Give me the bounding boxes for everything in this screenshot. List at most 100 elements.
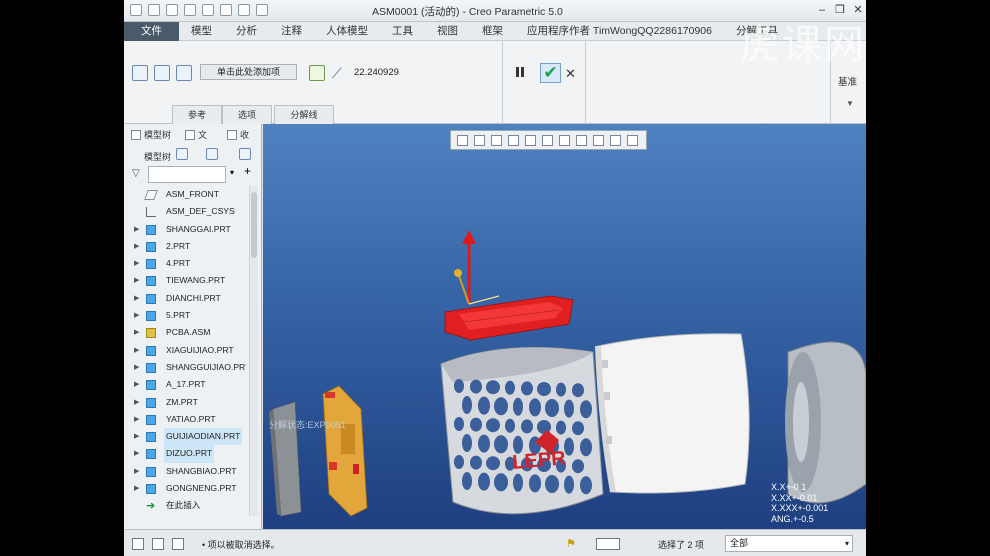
status-bar: • 项以被取消选择。 ⚑ 选择了 2 项 全部	[124, 529, 866, 556]
navigator-toggle-icon[interactable]	[132, 538, 144, 550]
translate-move-icon[interactable]	[132, 65, 148, 81]
mesh-hole	[572, 383, 584, 398]
tree-item-label: SHANGBIAO.PRT	[166, 465, 237, 476]
tab-model-tree[interactable]: 模型树	[128, 126, 171, 144]
save-icon[interactable]	[184, 4, 196, 16]
tree-item[interactable]: ▶ DIANCHI.PRT	[128, 290, 246, 307]
new-file-icon[interactable]	[148, 4, 160, 16]
tree-item[interactable]: ▶ 4.PRT	[128, 255, 246, 272]
tree-item[interactable]: ▶ GUIJIAODIAN.PRT	[128, 428, 246, 446]
tree-item[interactable]: ▶ DIZUO.PRT	[128, 445, 246, 463]
tree-item[interactable]: ➜ 在此插入	[128, 497, 246, 514]
close-window-icon[interactable]	[256, 4, 268, 16]
expand-arrow-icon[interactable]: ▶	[134, 376, 139, 393]
expand-arrow-icon[interactable]: ▶	[134, 342, 139, 359]
regen-flag-icon[interactable]: ⚑	[566, 538, 578, 550]
expand-arrow-icon[interactable]: ▶	[134, 394, 139, 411]
selection-filter[interactable]: 全部	[725, 535, 853, 552]
brand-logo: LEPR	[512, 447, 568, 474]
expand-arrow-icon[interactable]: ▶	[134, 324, 139, 341]
options-icon[interactable]	[309, 65, 325, 81]
tree-item[interactable]: ▶ TIEWANG.PRT	[128, 272, 246, 289]
expand-arrow-icon[interactable]: ▶	[134, 480, 139, 497]
base-part[interactable]	[785, 341, 866, 504]
tree-item[interactable]: ▶ SHANGBIAO.PRT	[128, 463, 246, 480]
confirm-button[interactable]: ✔	[540, 63, 561, 83]
scrollbar-thumb[interactable]	[251, 192, 257, 258]
tree-item[interactable]: ▶ PCBA.ASM	[128, 324, 246, 341]
tree-scrollbar[interactable]	[249, 186, 258, 516]
pause-button[interactable]	[513, 65, 527, 79]
pcba-assembly[interactable]	[322, 385, 368, 517]
tolerance-line: X.X+-0.1	[771, 482, 807, 492]
redo-icon[interactable]	[220, 4, 232, 16]
filter-icon[interactable]: ▽	[132, 168, 140, 179]
tree-item[interactable]: ASM_FRONT	[128, 186, 246, 203]
tab-explode-lines[interactable]: 分解线	[274, 105, 334, 124]
tree-item[interactable]: ▶ 5.PRT	[128, 307, 246, 324]
graphics-window[interactable]: LEPR 分解状态:EXP0001 X.X+-0.1 X.XX+-0.01 X.…	[263, 124, 866, 529]
expand-arrow-icon[interactable]: ▶	[134, 221, 139, 238]
highlighted-cover-part[interactable]	[444, 295, 574, 341]
expand-arrow-icon[interactable]: ▶	[134, 238, 139, 255]
app-icon[interactable]	[130, 4, 142, 16]
selection-count[interactable]: 选择了 2 项	[658, 538, 704, 551]
tree-item[interactable]: ▶ ZM.PRT	[128, 394, 246, 411]
expand-arrow-icon[interactable]: ▶	[134, 255, 139, 272]
menu-analysis[interactable]: 分析	[224, 22, 269, 41]
undo-icon[interactable]	[202, 4, 214, 16]
angle-icon: ⟋	[332, 65, 342, 81]
menu-manikin[interactable]: 人体模型	[314, 22, 380, 41]
base-label[interactable]: 基准	[838, 74, 857, 88]
tab-folder[interactable]: 文	[182, 126, 207, 144]
expand-arrow-icon[interactable]: ▶	[134, 445, 139, 462]
expand-arrow-icon[interactable]: ▶	[134, 359, 139, 376]
tree-columns-icon[interactable]	[239, 148, 251, 160]
tree-filter-input[interactable]	[148, 166, 226, 183]
tree-item[interactable]: ▶ GONGNENG.PRT	[128, 480, 246, 497]
browser-toggle-icon[interactable]	[152, 538, 164, 550]
expand-arrow-icon[interactable]: ▶	[134, 307, 139, 324]
tree-item[interactable]: ▶ SHANGGAI.PRT	[128, 221, 246, 238]
drag-handle-axes[interactable]	[454, 230, 500, 305]
tree-item[interactable]: ▶ XIAGUIJIAO.PRT	[128, 342, 246, 359]
inner-shell-part[interactable]	[595, 333, 750, 494]
expand-arrow-icon[interactable]: ▶	[134, 411, 139, 428]
expand-arrow-icon[interactable]: ▶	[134, 463, 139, 480]
add-item-field[interactable]: 单击此处添加项	[200, 64, 297, 80]
tree-item[interactable]: ▶ SHANGGUIJIAO.PRT	[128, 359, 246, 376]
expand-arrow-icon[interactable]: ▶	[134, 290, 139, 307]
menu-app-author[interactable]: 应用程序作者 TimWongQQ2286170906	[515, 22, 724, 41]
tree-item[interactable]: ▶ YATIAO.PRT	[128, 411, 246, 428]
tree-item[interactable]: ASM_DEF_CSYS	[128, 203, 246, 220]
angle-value[interactable]: 22.240929	[354, 67, 399, 78]
open-file-icon[interactable]	[166, 4, 178, 16]
tree-settings-icon[interactable]	[176, 148, 188, 160]
menu-view[interactable]: 视图	[425, 22, 470, 41]
cancel-button[interactable]: ✕	[565, 66, 576, 82]
tab-options[interactable]: 选项	[222, 105, 272, 124]
rotate-move-icon[interactable]	[154, 65, 170, 81]
filter-dropdown-icon[interactable]: ▾	[230, 168, 240, 180]
menu-annotate[interactable]: 注释	[269, 22, 314, 41]
tree-item[interactable]: ▶ A_17.PRT	[128, 376, 246, 393]
fullscreen-icon[interactable]	[172, 538, 184, 550]
tolerance-line: ANG.+-0.5	[771, 513, 814, 524]
add-filter-icon[interactable]: +	[244, 165, 256, 178]
find-icon[interactable]	[596, 538, 620, 550]
tab-favorites[interactable]: 收	[224, 126, 249, 144]
show-menu-icon[interactable]	[206, 148, 218, 160]
expand-arrow-icon[interactable]: ▶	[134, 428, 139, 445]
tab-references[interactable]: 参考	[172, 105, 222, 124]
menu-file[interactable]: 文件	[124, 22, 179, 41]
mesh-hole	[537, 382, 551, 396]
chevron-down-icon[interactable]: ▼	[846, 99, 854, 108]
menu-model[interactable]: 模型	[179, 22, 224, 41]
mesh-hole	[454, 379, 464, 393]
regenerate-icon[interactable]	[238, 4, 250, 16]
tree-item[interactable]: ▶ 2.PRT	[128, 238, 246, 255]
expand-arrow-icon[interactable]: ▶	[134, 272, 139, 289]
menu-framework[interactable]: 框架	[470, 22, 515, 41]
view-plane-move-icon[interactable]	[176, 65, 192, 81]
menu-tools[interactable]: 工具	[380, 22, 425, 41]
